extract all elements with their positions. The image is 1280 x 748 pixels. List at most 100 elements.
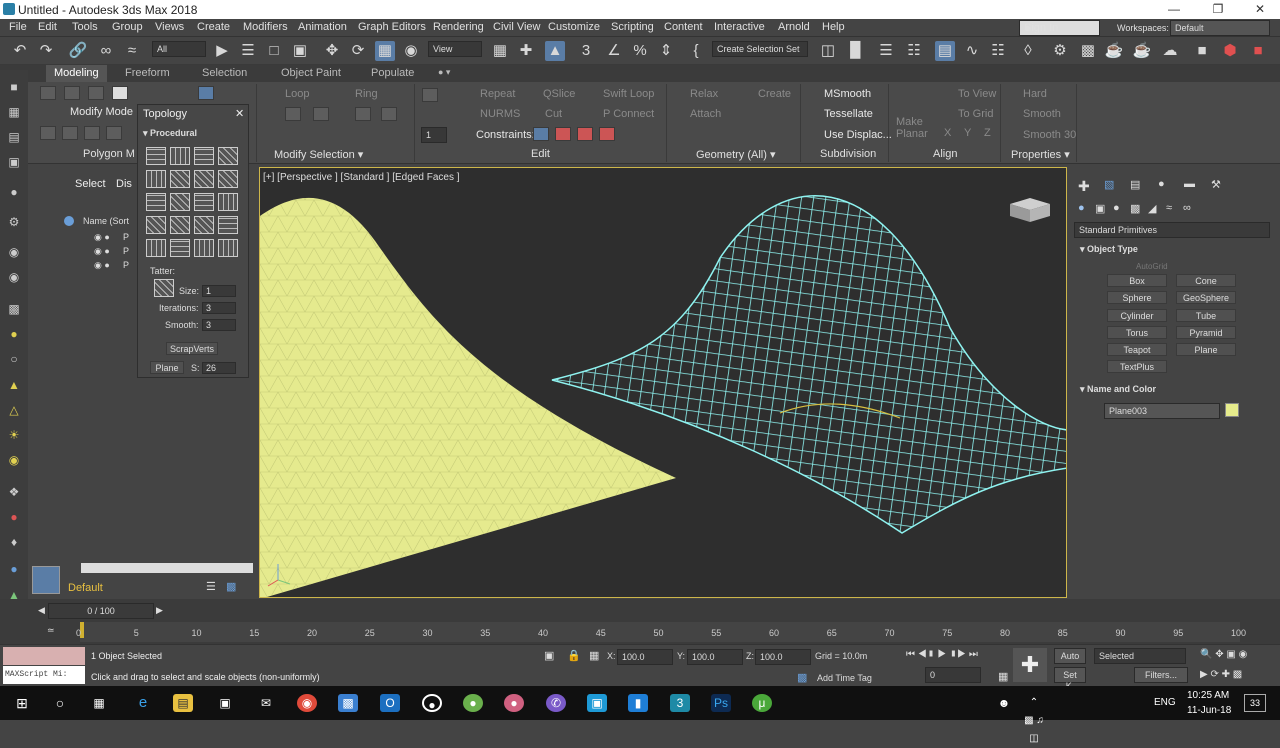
viewcube-icon[interactable]	[1010, 198, 1050, 222]
isolate-icon[interactable]: ▣	[544, 649, 554, 662]
sphere-button[interactable]: Sphere	[1107, 291, 1167, 304]
menu-interactive[interactable]: Interactive	[714, 21, 765, 33]
topology-pattern[interactable]	[170, 193, 190, 211]
explorer-mode-icon[interactable]	[32, 566, 60, 594]
geometry-all-label[interactable]: Geometry (All) ▾	[696, 148, 775, 161]
prev-frame-icon[interactable]: ◀	[38, 605, 45, 616]
next-frame-icon[interactable]: ▶	[156, 605, 163, 616]
ribbon-btn[interactable]	[112, 86, 128, 100]
geosphere-button[interactable]: GeoSphere	[1176, 291, 1236, 304]
constraint-none-icon[interactable]	[533, 127, 549, 141]
add-time-tag[interactable]: Add Time Tag	[817, 673, 872, 683]
viewport-nav-icons[interactable]: 🔍 ✥ ▣ ◉	[1200, 649, 1247, 660]
tab-populate[interactable]: Populate	[371, 67, 414, 79]
procedural-rollout[interactable]: ▾ Procedural	[143, 128, 197, 139]
menu-group[interactable]: Group	[112, 21, 143, 33]
close-icon[interactable]: ✕	[235, 107, 244, 120]
polygon-modeling-label[interactable]: Polygon M	[83, 148, 135, 160]
notification-center[interactable]: 33	[1244, 694, 1266, 712]
tool-icon[interactable]: ▤	[6, 130, 22, 144]
ribbon-btn[interactable]	[62, 126, 78, 140]
topology-pattern[interactable]	[218, 170, 238, 188]
ribbon-btn[interactable]	[355, 107, 371, 121]
tool-icon[interactable]: ●	[6, 510, 22, 524]
keyboard-shortcut-icon[interactable]: ▲	[545, 41, 565, 61]
subdivision-label[interactable]: Subdivision	[820, 148, 876, 160]
menu-customize[interactable]: Customize	[548, 21, 600, 33]
filters-button[interactable]: Filters...	[1134, 667, 1188, 683]
topology-pattern[interactable]	[218, 216, 238, 234]
menu-civil-view[interactable]: Civil View	[493, 21, 540, 33]
tab-selection[interactable]: Selection	[202, 67, 247, 79]
curve-editor-icon[interactable]: ∿	[962, 41, 982, 61]
tool-icon[interactable]: △	[6, 403, 22, 417]
menu-animation[interactable]: Animation	[298, 21, 347, 33]
make-planar-button[interactable]: Make Planar	[896, 116, 928, 140]
trello-icon[interactable]: ▮	[628, 694, 648, 712]
tool-icon[interactable]: ◉	[6, 453, 22, 467]
arnold-ipr-icon[interactable]: ■	[1248, 41, 1268, 61]
cameras-icon[interactable]: ▩	[1130, 202, 1140, 215]
tool-icon[interactable]: ▣	[6, 155, 22, 169]
edge-icon[interactable]: e	[133, 694, 153, 712]
systems-icon[interactable]: ∞	[1183, 202, 1191, 214]
cut-button[interactable]: Cut	[545, 108, 562, 120]
topology-pattern[interactable]	[146, 170, 166, 188]
size-spinner[interactable]: 1	[202, 285, 236, 297]
rendered-frame-icon[interactable]: ▩	[1078, 41, 1098, 61]
layer-manager-icon[interactable]: ▩	[226, 580, 236, 593]
ribbon-btn[interactable]	[285, 107, 301, 121]
plane-button[interactable]: Plane	[150, 361, 184, 374]
select-menu[interactable]: Select	[75, 178, 106, 190]
material-editor-icon[interactable]: ◊	[1018, 41, 1038, 61]
render-iterative-icon[interactable]: ☕	[1132, 41, 1152, 61]
ribbon-btn[interactable]	[313, 107, 329, 121]
constraint-edge-icon[interactable]	[555, 127, 571, 141]
utilities-tab-icon[interactable]: ⚒	[1211, 178, 1221, 191]
tube-button[interactable]: Tube	[1176, 309, 1236, 322]
task-view-icon[interactable]: ▦	[89, 694, 109, 712]
use-displace-button[interactable]: Use Displac...	[824, 129, 892, 141]
close-icon[interactable]: ✕	[1250, 2, 1270, 16]
cone-button[interactable]: Cone	[1176, 274, 1236, 287]
tool-icon[interactable]: ●	[6, 562, 22, 576]
key-mode-icon[interactable]: ▦	[998, 670, 1008, 683]
people-icon[interactable]: ☻	[994, 694, 1014, 712]
select-by-name-icon[interactable]: ☰	[238, 41, 258, 61]
snap-3-icon[interactable]: 3	[576, 41, 596, 61]
menu-rendering[interactable]: Rendering	[433, 21, 484, 33]
select-object-icon[interactable]: ▶	[212, 41, 232, 61]
frame-ruler[interactable]: 0 5 10 15 20 25 30 35 40 45 50 55 60 65 70 75 80 85 90 95 10…	[76, 622, 1246, 642]
app-icon-green[interactable]: ●	[463, 694, 483, 712]
menu-file[interactable]: File	[9, 21, 27, 33]
list-item[interactable]: P	[123, 260, 129, 270]
topology-pattern[interactable]	[146, 147, 166, 165]
align-icon[interactable]: ▉	[846, 41, 866, 61]
current-frame-field[interactable]: 0	[925, 667, 981, 683]
topology-pattern[interactable]	[218, 239, 238, 257]
qslice-button[interactable]: QSlice	[543, 88, 575, 100]
ribbon-btn[interactable]	[84, 126, 100, 140]
window-crossing-icon[interactable]: ▣	[290, 41, 310, 61]
rotate-icon[interactable]: ⟳	[348, 41, 368, 61]
ribbon-btn[interactable]	[381, 107, 397, 121]
minimize-icon[interactable]: —	[1164, 2, 1184, 16]
display-menu[interactable]: Dis	[116, 178, 132, 190]
workspace-dropdown[interactable]: Default	[1170, 20, 1270, 36]
torus-button[interactable]: Torus	[1107, 326, 1167, 339]
topology-pattern[interactable]	[194, 216, 214, 234]
clock-time[interactable]: 10:25 AM	[1187, 690, 1229, 701]
clock-date[interactable]: 11-Jun-18	[1187, 705, 1231, 716]
hard-button[interactable]: Hard	[1023, 88, 1047, 100]
mail-icon[interactable]: ✉	[256, 694, 276, 712]
app-icon-blue[interactable]: ▣	[587, 694, 607, 712]
render-online-icon[interactable]: ☁	[1160, 41, 1180, 61]
spinner-field[interactable]: 1	[421, 127, 447, 143]
tool-icon[interactable]: ◉	[6, 245, 22, 259]
mirror-icon[interactable]: ◫	[818, 41, 838, 61]
menu-arnold[interactable]: Arnold	[778, 21, 810, 33]
photoshop-icon[interactable]: Ps	[711, 694, 731, 712]
plane-button[interactable]: Plane	[1176, 343, 1236, 356]
placement-icon[interactable]: ◉	[401, 41, 421, 61]
menu-tools[interactable]: Tools	[72, 21, 98, 33]
